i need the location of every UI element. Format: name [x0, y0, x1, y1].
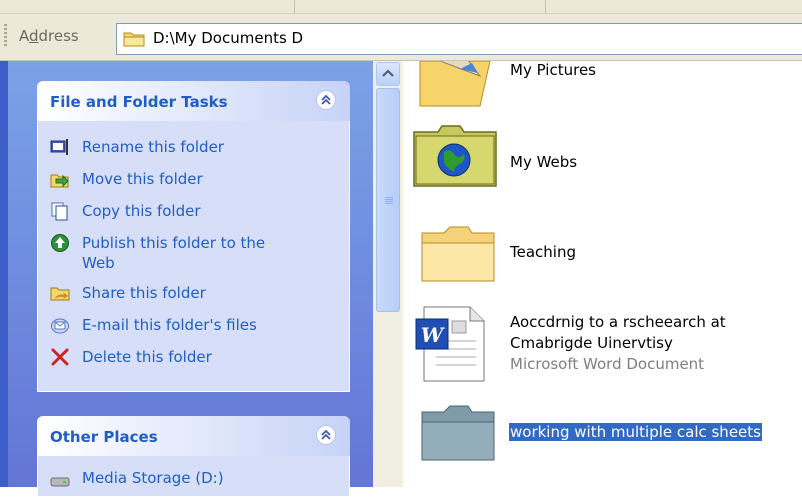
- file-folder-tasks-header[interactable]: File and Folder Tasks: [37, 81, 350, 121]
- task-label: Delete this folder: [82, 348, 212, 366]
- address-path: D:\My Documents D: [153, 29, 304, 47]
- folder-icon: [421, 405, 495, 461]
- file-name: My Webs: [510, 153, 578, 171]
- move-icon: [50, 174, 69, 188]
- file-item[interactable]: My Pictures: [410, 61, 710, 111]
- toolbar-separator: [294, 0, 295, 13]
- task-label: Share this folder: [82, 284, 206, 302]
- scroll-up-button[interactable]: [376, 62, 400, 86]
- task-label: Move this folder: [82, 170, 203, 188]
- file-item[interactable]: W Aoccdrnig to a rscheearch at Cmabrigde …: [410, 305, 800, 385]
- vertical-scrollbar[interactable]: [373, 61, 403, 487]
- delete-icon: [51, 348, 69, 366]
- other-places-body: Media Storage (D:): [37, 456, 350, 497]
- rename-icon: [50, 139, 68, 155]
- file-item-selected[interactable]: working with multiple calc sheets: [410, 400, 802, 465]
- place-label: Media Storage (D:): [82, 469, 224, 487]
- file-name: working with multiple calc sheets: [509, 423, 762, 441]
- scroll-thumb[interactable]: [376, 88, 400, 312]
- chevron-up-icon: [321, 95, 331, 105]
- file-item[interactable]: My Webs: [410, 120, 710, 190]
- file-name: My Pictures: [510, 61, 596, 79]
- other-places-header[interactable]: Other Places: [37, 416, 350, 456]
- share-icon: [50, 287, 70, 301]
- task-label: E-mail this folder's files: [82, 316, 257, 334]
- word-document-icon: W: [415, 306, 485, 382]
- collapse-button[interactable]: [316, 425, 336, 445]
- pictures-folder-icon: [419, 61, 491, 107]
- file-folder-tasks-body: Rename this folder Move this folder Copy…: [37, 121, 350, 392]
- scroll-thumb-grip: [385, 197, 393, 205]
- file-type: Microsoft Word Document: [510, 355, 705, 373]
- task-pane: File and Folder Tasks Rename this folder: [0, 61, 373, 497]
- collapse-button[interactable]: [316, 90, 336, 110]
- arrow-up-icon: [382, 69, 394, 77]
- drive-icon: [50, 477, 70, 487]
- task-label: Publish this folder to the Web: [82, 234, 266, 272]
- toolbar-grip[interactable]: [4, 24, 7, 48]
- pane-edge: [0, 61, 8, 487]
- task-label: Rename this folder: [82, 138, 224, 156]
- address-label: Address: [19, 27, 79, 45]
- panel-title: Other Places: [50, 428, 158, 446]
- file-name: Aoccdrnig to a rscheearch at Cmabrigde Ui…: [510, 313, 726, 373]
- file-item[interactable]: Teaching: [410, 215, 710, 285]
- address-bar: Address D:\My Documents D: [0, 14, 802, 61]
- panel-title: File and Folder Tasks: [50, 93, 228, 111]
- toolbar-strip: [0, 0, 802, 14]
- email-icon: [51, 318, 69, 334]
- file-folder-tasks-panel: File and Folder Tasks Rename this folder: [37, 81, 350, 392]
- task-label: Copy this folder: [82, 202, 201, 220]
- other-places-panel: Other Places Media Storage (D:): [37, 416, 350, 497]
- address-input[interactable]: D:\My Documents D: [116, 23, 802, 55]
- folder-icon: [123, 32, 145, 47]
- svg-text:W: W: [421, 323, 446, 347]
- toolbar-separator: [545, 0, 546, 13]
- copy-icon: [51, 202, 68, 221]
- chevron-up-icon: [321, 430, 331, 440]
- webs-folder-icon: [413, 125, 497, 187]
- publish-icon: [51, 234, 69, 252]
- file-name: Teaching: [510, 243, 576, 261]
- folder-icon: [421, 226, 495, 282]
